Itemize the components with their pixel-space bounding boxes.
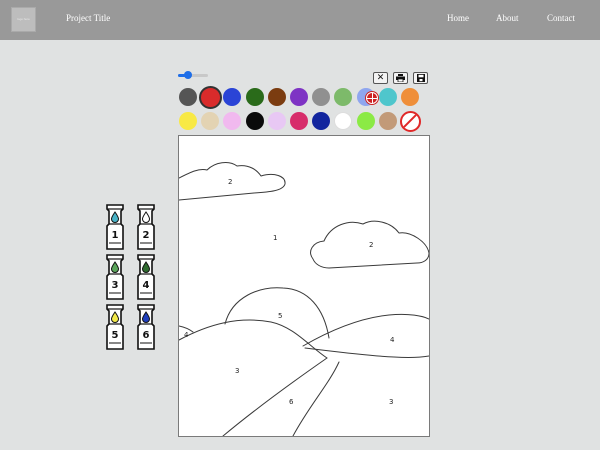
hill-right-top [302,313,429,347]
palette-row2-swatch-6[interactable] [290,112,308,130]
palette-row1-swatch-2[interactable] [198,85,222,109]
palette-row1-swatch-10[interactable] [378,88,397,106]
palette-row2-swatch-9[interactable] [356,112,375,130]
project-title[interactable]: Project Title [66,13,110,23]
logo-placeholder[interactable]: logo here [11,7,36,32]
paint-tube-3[interactable]: 3 [104,254,126,300]
paint-tube-5[interactable]: 5 [104,304,126,350]
region-number-9: 3 [389,398,393,406]
palette-row2-swatch-8[interactable] [334,112,353,130]
color-picker-cursor-icon [366,92,378,104]
slider-thumb[interactable] [184,71,192,79]
sun-outline [224,287,330,339]
coloring-outline-drawing: 2 1 2 5 4 4 3 6 3 [179,162,429,436]
nav-home-link[interactable]: Home [447,13,469,23]
paint-tube-number: 6 [143,330,150,341]
close-icon: ✕ [376,73,385,83]
nav-about-link[interactable]: About [496,13,519,23]
paint-tube-number: 4 [143,280,150,291]
palette-row2-swatch-10[interactable] [378,112,397,130]
region-number-8: 6 [289,398,294,406]
palette-row1-swatch-4[interactable] [245,88,264,106]
region-number-1: 2 [228,178,232,186]
palette-row1-swatch-5[interactable] [267,88,286,106]
palette-row1-swatch-7[interactable] [312,88,331,106]
palette-row1-swatch-11[interactable] [401,88,419,106]
region-numbers: 2 1 2 5 4 4 3 6 3 [184,178,395,406]
top-nav-bar: logo here Project Title Home About Conta… [0,0,600,40]
palette-row1-swatch-6[interactable] [290,88,308,106]
region-number-5: 4 [184,331,189,339]
paint-tube-number: 1 [112,230,119,241]
palette-row1-swatch-1[interactable] [179,88,197,106]
clear-button[interactable]: ✕ [373,72,388,84]
brush-size-slider[interactable] [178,70,208,80]
palette-row2-swatch-2[interactable] [201,112,220,130]
region-number-6: 4 [390,336,395,344]
region-number-3: 2 [369,241,373,249]
paint-tube-1[interactable]: 1 [104,204,126,250]
print-button[interactable] [393,72,408,84]
paint-tube-4[interactable]: 4 [135,254,157,300]
logo-text: logo here [17,17,30,21]
palette-row2-swatch-5[interactable] [267,112,286,130]
paint-tube-number: 3 [112,280,119,291]
printer-icon [396,74,405,82]
paint-tube-number: 2 [143,230,150,241]
coloring-canvas[interactable]: 2 1 2 5 4 4 3 6 3 [178,135,430,437]
palette-row2-swatch-1[interactable] [179,112,197,130]
palette-row1-swatch-3[interactable] [223,88,242,106]
palette-row2-swatch-7[interactable] [312,112,331,130]
save-button[interactable] [413,72,428,84]
paint-tube-6[interactable]: 6 [135,304,157,350]
region-number-4: 5 [278,312,282,320]
hill-left-top [179,319,328,359]
region-number-2: 1 [273,234,277,242]
region-number-7: 3 [235,367,239,375]
nav-contact-link[interactable]: Contact [547,13,575,23]
road-right-edge [292,361,340,436]
palette-row2-swatch-3[interactable] [223,112,242,130]
save-icon [416,74,425,82]
palette-row1-swatch-8[interactable] [334,88,353,106]
paint-tube-2[interactable]: 2 [135,204,157,250]
palette-row2-swatch-4[interactable] [245,112,264,130]
no-color-icon[interactable] [400,111,421,132]
paint-tube-number: 5 [112,330,119,341]
